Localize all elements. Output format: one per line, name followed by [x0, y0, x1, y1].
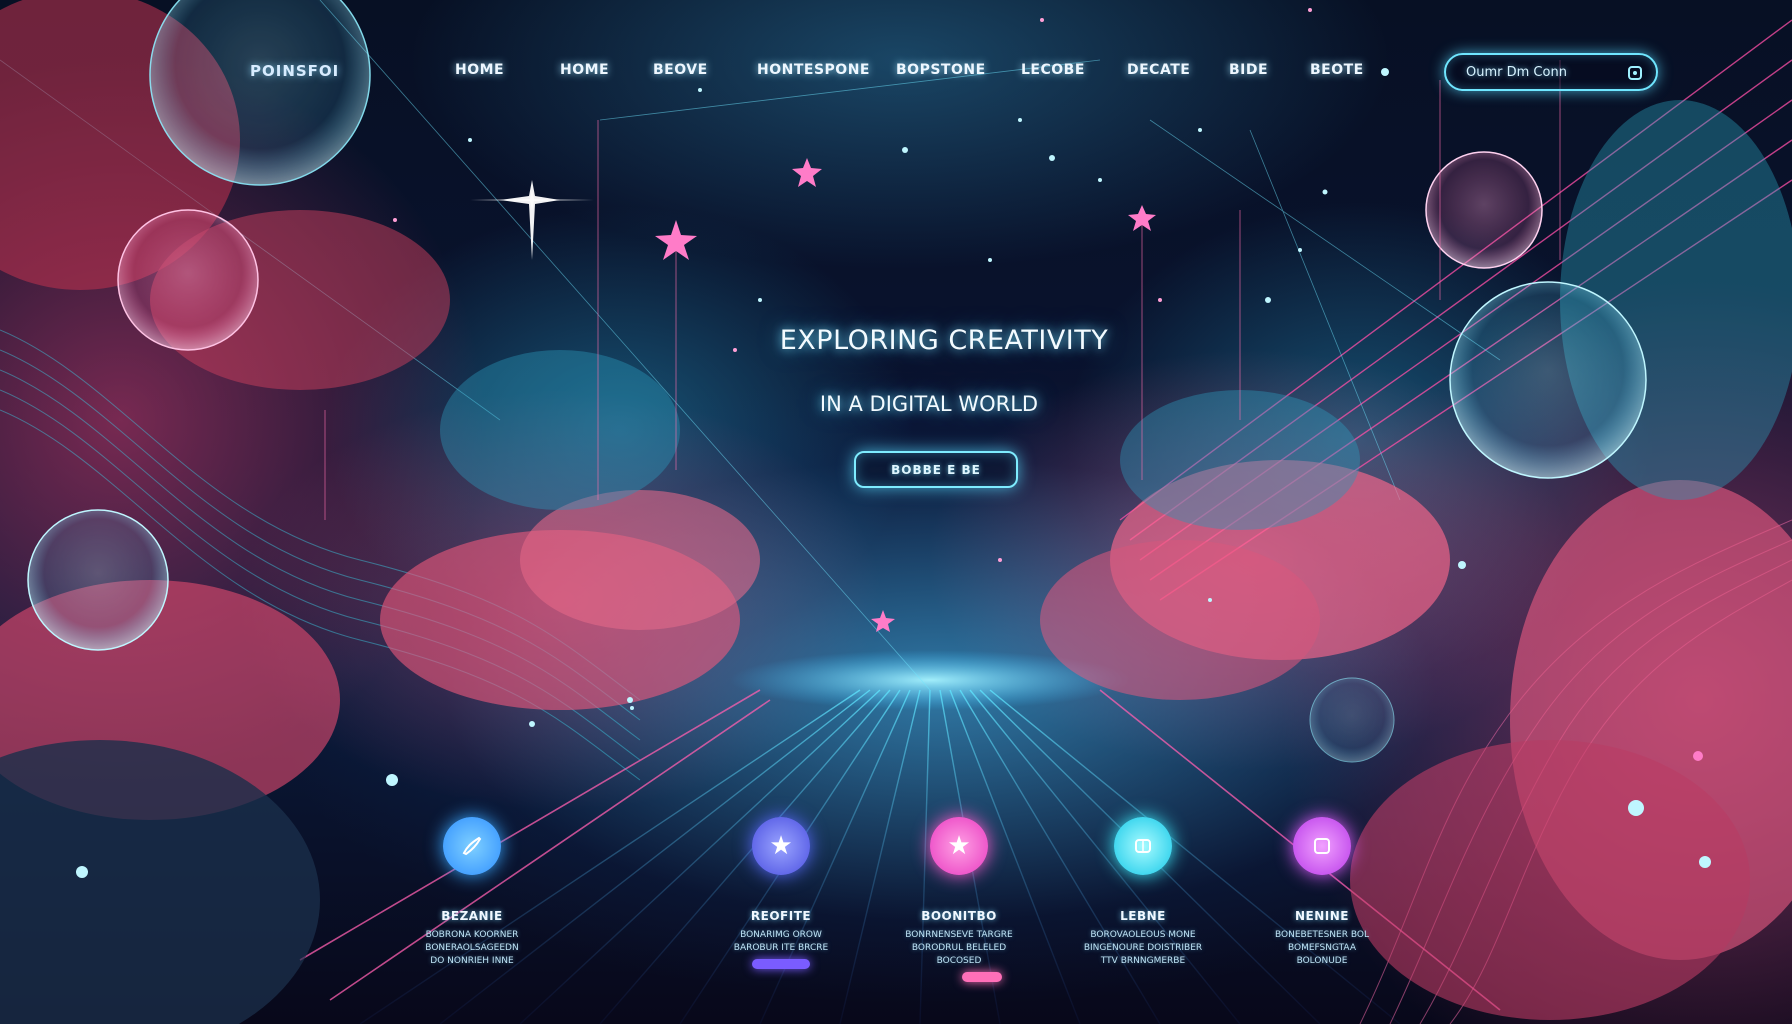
feature-description: BONARIMG OROW BAROBUR ITE BRCRE: [733, 930, 829, 953]
feature-title: LEBNE: [1120, 909, 1166, 923]
nav-item-beove[interactable]: BEOVE: [653, 62, 708, 78]
sparkle-icon: ★: [930, 817, 988, 875]
hero-background: POINSFOI HOME HOME BEOVE HONTESPONE BOPS…: [0, 0, 1792, 1024]
brush-icon: [443, 817, 501, 875]
cta-button[interactable]: BOBBE E BE: [854, 451, 1018, 488]
feature-pill-button[interactable]: [752, 959, 810, 969]
feature-description: BOBRONA KOORNER BONERAOLSAGEEDN DO NONRIEH…: [425, 930, 519, 966]
nav-item-lecobe[interactable]: LECOBE: [1021, 62, 1085, 78]
star-icon: ★: [752, 817, 810, 875]
square-search-icon[interactable]: [1628, 66, 1642, 80]
feature-title: BOONITBO: [921, 909, 997, 923]
feature-card[interactable]: ★ REOFITE BONARIMG OROW BAROBUR ITE BRCRE: [696, 817, 866, 969]
cube-icon: [1114, 817, 1172, 875]
feature-title: BEZANIE: [441, 909, 503, 923]
hero-title: EXPLORING CREATIVITY: [779, 325, 1109, 356]
hero-subtitle: IN A DIGITAL WORLD: [819, 392, 1039, 416]
square-icon: [1293, 817, 1351, 875]
feature-title: NENINE: [1295, 909, 1349, 923]
feature-card[interactable]: LEBNE BOROVAOLEOUS MONE BINGENOURE DOISTR…: [1058, 817, 1228, 968]
nav-item-home[interactable]: HOME: [455, 62, 504, 78]
nav-item-decate[interactable]: DECATE: [1127, 62, 1190, 78]
nav-item-home-2[interactable]: HOME: [560, 62, 609, 78]
nav-item-hontespone[interactable]: HONTESPONE: [757, 62, 870, 78]
nav-item-beote[interactable]: BEOTE: [1310, 62, 1364, 78]
feature-card[interactable]: ★ BOONITBO BONRNENSEVE TARGRE BORODRUL BE…: [874, 817, 1044, 982]
brand-logo[interactable]: POINSFOI: [250, 62, 339, 80]
feature-description: BONEBETESNER BOL BOMEFSNGTAA BOLONUDE: [1275, 930, 1369, 966]
search-text: Oumr Dm Conn: [1466, 64, 1567, 80]
feature-description: BONRNENSEVE TARGRE BORODRUL BELELED BOCOSE…: [905, 930, 1013, 966]
feature-card[interactable]: NENINE BONEBETESNER BOL BOMEFSNGTAA BOLONU…: [1237, 817, 1407, 968]
nav-item-bopstone[interactable]: BOPSTONE: [896, 62, 986, 78]
nav-item-bide[interactable]: BIDE: [1229, 62, 1268, 78]
feature-title: REOFITE: [750, 909, 812, 923]
feature-card[interactable]: BEZANIE BOBRONA KOORNER BONERAOLSAGEEDN DO…: [387, 817, 557, 968]
search-input[interactable]: Oumr Dm Conn: [1444, 53, 1658, 91]
feature-pill-button[interactable]: [962, 972, 1002, 982]
feature-description: BOROVAOLEOUS MONE BINGENOURE DOISTRIBER TT…: [1083, 930, 1203, 966]
